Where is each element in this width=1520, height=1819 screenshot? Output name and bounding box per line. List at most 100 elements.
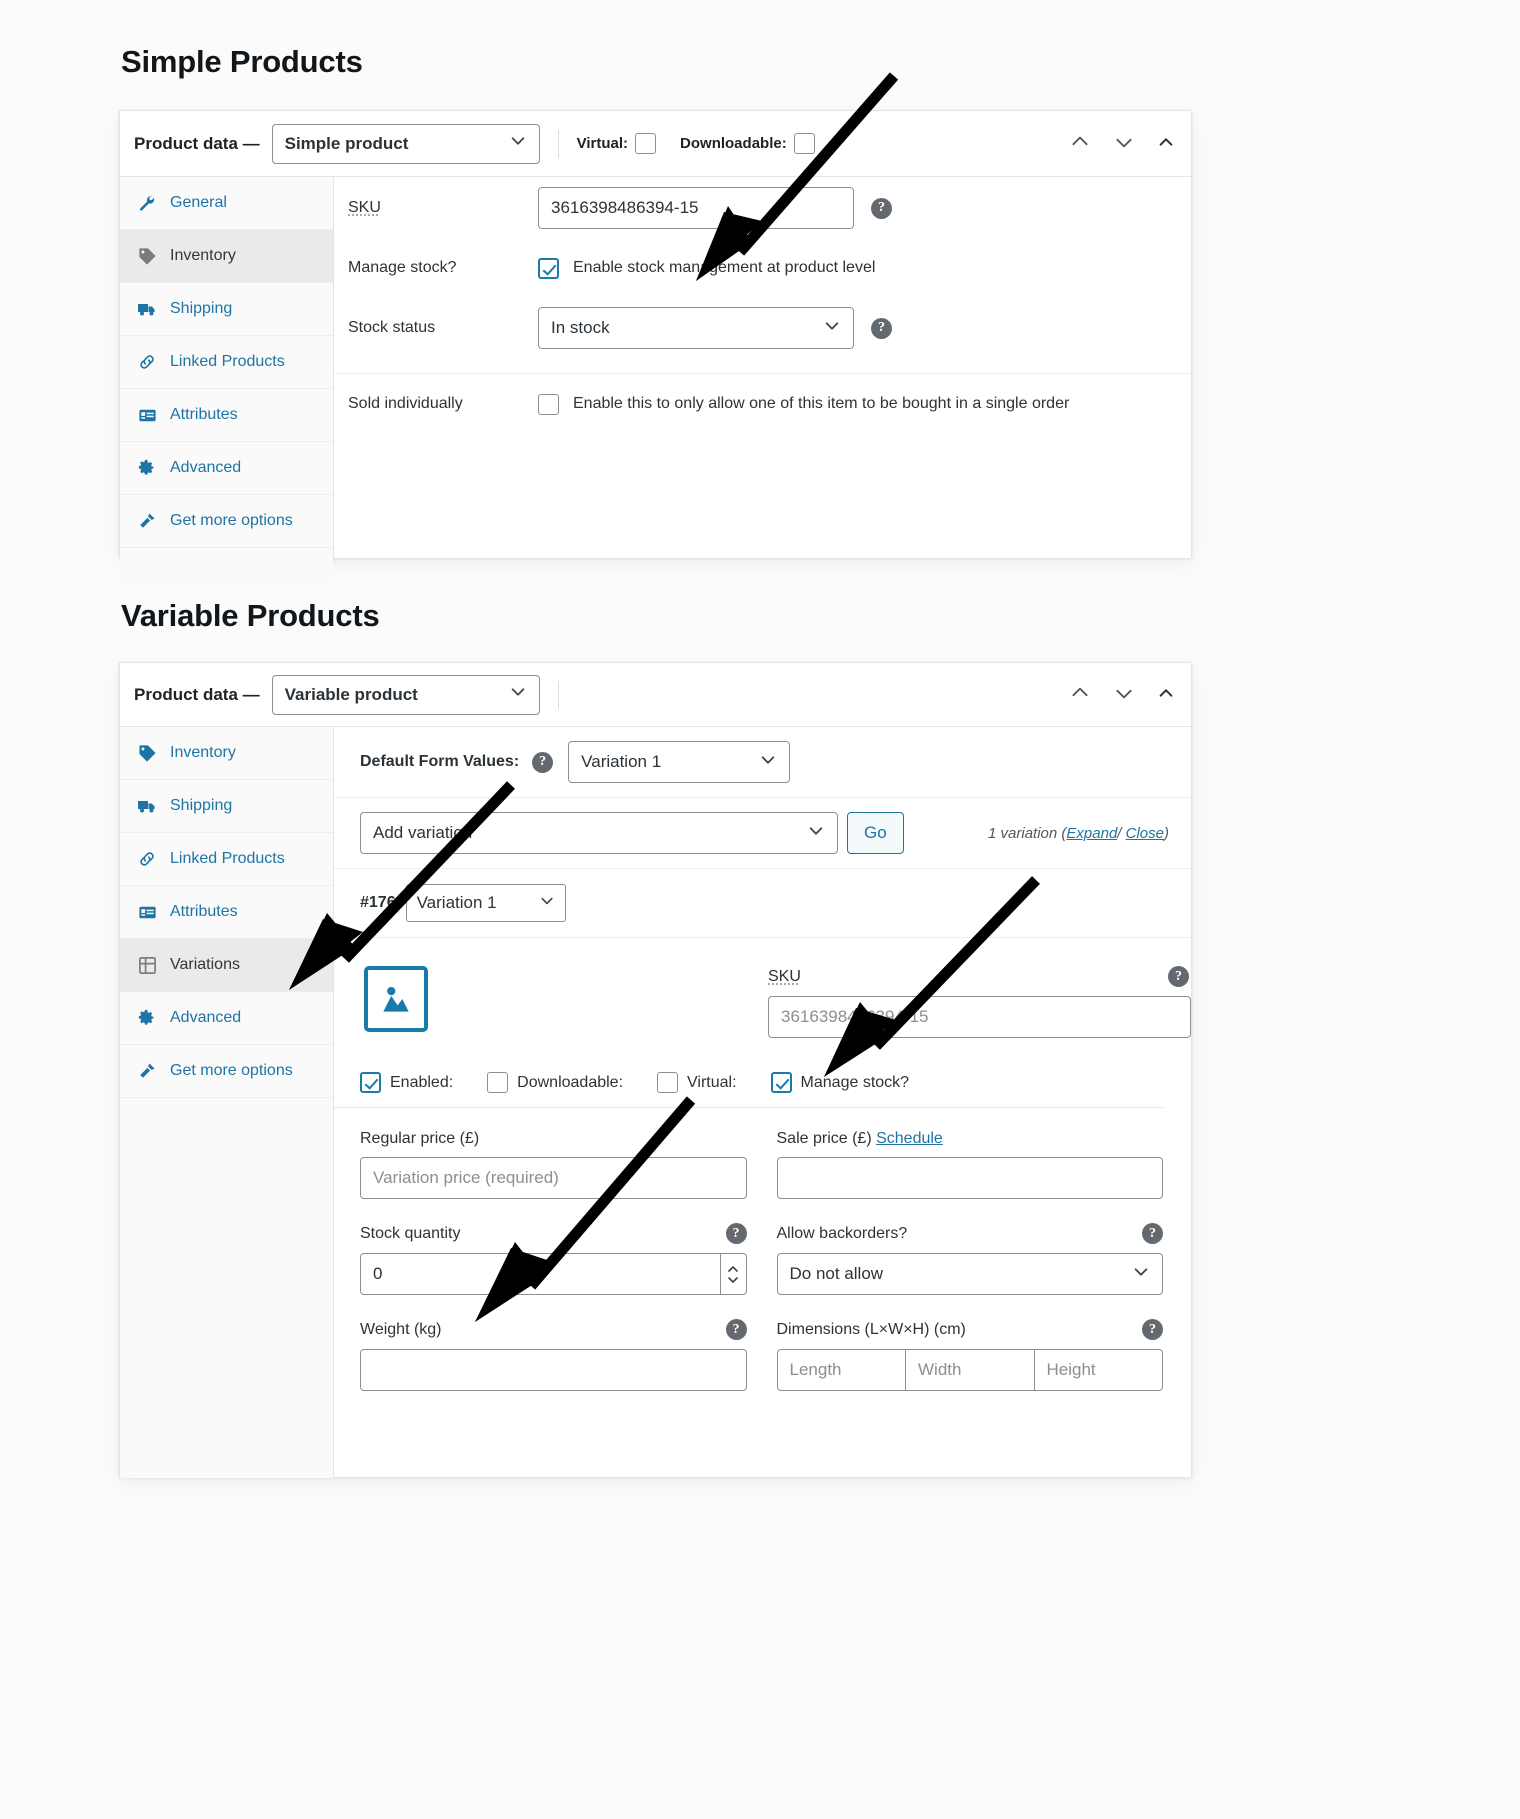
variation-downloadable-checkbox[interactable] (487, 1072, 509, 1093)
simple-panel-content: SKU 3616398486394-15 ? Manage stock? Ena… (334, 177, 1191, 558)
regular-price-input[interactable]: Variation price (required) (360, 1157, 747, 1199)
sidebar-item-linked-products[interactable]: Linked Products (120, 336, 333, 389)
dimension-width-input[interactable]: Width (906, 1349, 1035, 1391)
stock-quantity-input[interactable]: 0 (360, 1253, 747, 1295)
sold-individually-checkbox[interactable] (538, 393, 559, 415)
sidebar-item-attributes[interactable]: Attributes (120, 886, 333, 939)
sidebar-item-shipping[interactable]: Shipping (120, 780, 333, 833)
sku-input[interactable]: 3616398486394-15 (538, 187, 854, 229)
sidebar-item-label: Get more options (170, 512, 293, 529)
regular-price-placeholder: Variation price (required) (373, 1168, 559, 1187)
sidebar-item-label: Advanced (170, 1009, 242, 1026)
simple-panel-header: Product data — Simple product Virtual: D… (120, 111, 1191, 177)
virtual-checkbox-group[interactable]: Virtual: (577, 133, 657, 154)
dimension-height-input[interactable]: Height (1034, 1349, 1163, 1391)
product-type-select[interactable]: Variable product (271, 674, 540, 715)
sidebar-item-label: Linked Products (170, 850, 285, 867)
product-type-value: Simple product (284, 133, 409, 153)
sidebar-item-advanced[interactable]: Advanced (120, 442, 333, 495)
sku-help-icon[interactable]: ? (871, 197, 892, 219)
dimension-length-input[interactable]: Length (776, 1349, 906, 1391)
sidebar-item-shipping[interactable]: Shipping (120, 283, 333, 336)
variation-sku-help-icon[interactable]: ? (1168, 966, 1189, 987)
add-variation-select[interactable]: Add variation (360, 812, 838, 854)
sidebar-item-get-more-options[interactable]: Get more options (120, 1045, 333, 1098)
stock-status-select[interactable]: In stock (538, 307, 854, 349)
dimensions-help-icon[interactable]: ? (1142, 1319, 1163, 1340)
variation-manage-stock-group[interactable]: Manage stock? (770, 1072, 909, 1093)
backorders-select[interactable]: Do not allow (776, 1253, 1163, 1295)
variation-virtual-checkbox[interactable] (657, 1072, 679, 1093)
sidebar-item-variations[interactable]: Variations (120, 939, 333, 992)
gear-icon (136, 1009, 158, 1027)
list-icon (136, 406, 158, 425)
variation-downloadable-group[interactable]: Downloadable: (487, 1072, 623, 1093)
image-placeholder-icon[interactable] (364, 966, 428, 1032)
sidebar-item-label: Advanced (170, 459, 242, 476)
manage-stock-checkbox[interactable] (538, 257, 559, 279)
variation-name-select[interactable]: Variation 1 (405, 884, 566, 922)
regular-price-field: Regular price (£) Variation price (requi… (360, 1130, 747, 1199)
sidebar-item-get-more-options[interactable]: Get more options (120, 495, 333, 548)
sidebar-item-label: Inventory (170, 247, 236, 264)
sidebar-item-linked-products[interactable]: Linked Products (120, 833, 333, 886)
simple-product-tabs: General Inventory Shipping Linked Produc… (120, 177, 334, 584)
variation-sku-label: SKU (768, 967, 801, 985)
weight-input[interactable] (360, 1349, 747, 1391)
weight-help-icon[interactable]: ? (725, 1319, 747, 1340)
move-up-icon[interactable] (1069, 131, 1091, 158)
sidebar-item-label: Linked Products (170, 353, 285, 370)
backorders-help-icon[interactable]: ? (1142, 1223, 1163, 1244)
product-type-select[interactable]: Simple product (271, 123, 540, 164)
collapse-toggle-icon[interactable] (1157, 133, 1175, 156)
dimensions-label: Dimensions (L×W×H) (cm) (776, 1320, 966, 1338)
move-up-icon[interactable] (1069, 682, 1091, 709)
sidebar-item-advanced[interactable]: Advanced (120, 992, 333, 1045)
sku-value: 3616398486394-15 (551, 198, 699, 217)
default-form-values-help-icon[interactable]: ? (532, 751, 554, 773)
chevron-down-icon (759, 751, 777, 774)
manage-stock-row: Manage stock? Enable stock management at… (334, 239, 1191, 297)
variation-virtual-group[interactable]: Virtual: (657, 1072, 737, 1093)
variable-product-tabs: Inventory Shipping Linked Products Attri… (120, 727, 334, 1478)
downloadable-checkbox[interactable] (793, 133, 815, 154)
variation-enabled-group[interactable]: Enabled: (360, 1072, 453, 1093)
list-icon (136, 903, 158, 922)
sidebar-item-label: Shipping (170, 300, 233, 317)
sidebar-item-attributes[interactable]: Attributes (120, 389, 333, 442)
variation-media-row: SKU ? 3616398486394-15 (334, 938, 1191, 1060)
variation-sku-input[interactable]: 3616398486394-15 (768, 996, 1191, 1038)
add-variation-row: Add variation Go 1 variation (Expand/ Cl… (334, 798, 1191, 868)
chevron-down-icon (539, 893, 555, 914)
move-down-icon[interactable] (1113, 131, 1135, 158)
variation-checkboxes: Enabled: Downloadable: Virtual: Manage s… (334, 1060, 1163, 1108)
sidebar-item-inventory[interactable]: Inventory (120, 230, 333, 283)
sidebar-item-inventory[interactable]: Inventory (120, 727, 333, 780)
move-down-icon[interactable] (1113, 682, 1135, 709)
stock-status-help-icon[interactable]: ? (871, 317, 892, 339)
collapse-toggle-icon[interactable] (1157, 684, 1175, 707)
variation-virtual-label: Virtual: (687, 1073, 737, 1091)
sidebar-item-general[interactable]: General (120, 177, 333, 230)
quantity-stepper[interactable] (719, 1254, 746, 1294)
simple-products-heading: Simple Products (121, 44, 363, 79)
downloadable-label: Downloadable: (680, 135, 787, 152)
go-button-label: Go (864, 823, 887, 842)
variation-manage-stock-checkbox[interactable] (770, 1072, 792, 1093)
variation-header-row: #176 Variation 1 (334, 869, 1191, 937)
sale-price-field: Sale price (£) Schedule (776, 1130, 1163, 1199)
schedule-link[interactable]: Schedule (876, 1130, 943, 1147)
stock-quantity-help-icon[interactable]: ? (725, 1223, 747, 1244)
variation-enabled-checkbox[interactable] (360, 1072, 381, 1093)
close-link[interactable]: Close (1126, 825, 1164, 842)
default-form-values-select[interactable]: Variation 1 (568, 741, 791, 783)
dimensions-head: Dimensions (L×W×H) (cm) ? (776, 1319, 1163, 1340)
downloadable-checkbox-group[interactable]: Downloadable: (680, 133, 815, 154)
sidebar-item-label: General (170, 194, 227, 211)
expand-link[interactable]: Expand (1066, 825, 1117, 842)
stock-quantity-label: Stock quantity (360, 1224, 461, 1242)
virtual-checkbox[interactable] (635, 133, 657, 154)
tag-icon (136, 744, 158, 763)
sale-price-input[interactable] (776, 1157, 1163, 1199)
go-button[interactable]: Go (847, 812, 904, 854)
